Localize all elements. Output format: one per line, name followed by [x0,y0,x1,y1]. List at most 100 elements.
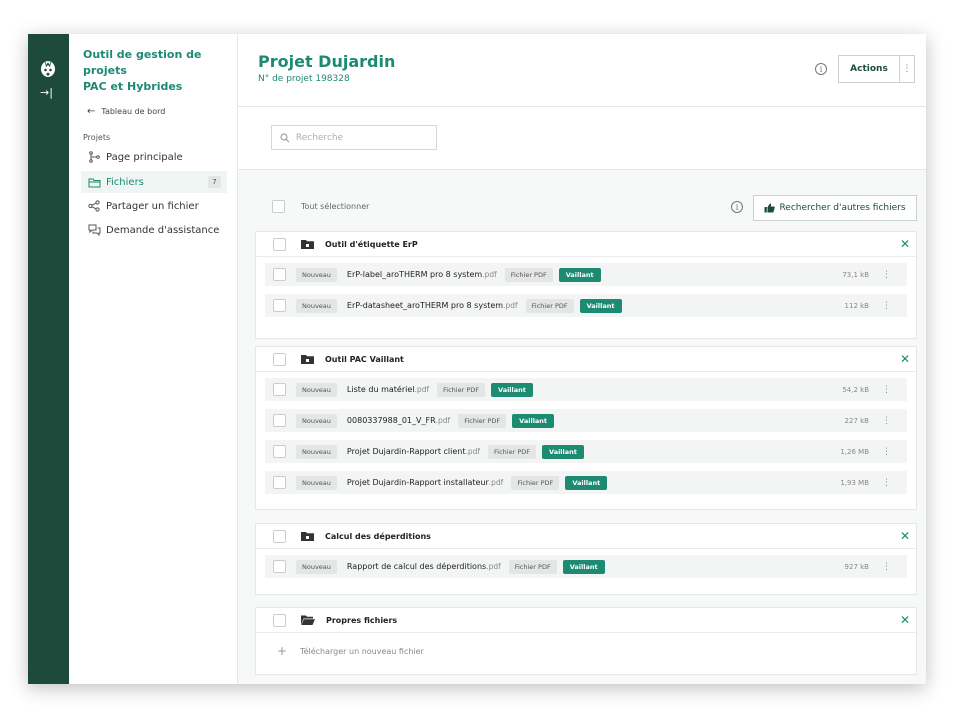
search-input[interactable] [293,131,436,144]
sidebar-item-fichiers[interactable]: Fichiers 7 [81,171,227,193]
file-checkbox[interactable] [273,445,286,458]
select-all-row: Tout sélectionner [272,200,369,213]
file-size: 1,26 MB [840,447,869,456]
new-badge: Nouveau [296,382,337,397]
file-checkbox[interactable] [273,476,286,489]
file-size: 927 kB [844,562,869,571]
more-vertical-icon[interactable]: ⋮ [882,270,891,280]
file-checkbox[interactable] [273,414,286,427]
file-extension: .pdf [503,301,518,310]
file-type-badge: Fichier PDF [458,413,507,428]
sidebar-item-assistance[interactable]: Demande d'assistance [81,219,227,241]
group-checkbox[interactable] [273,613,286,627]
file-row[interactable]: Nouveau Liste du matériel.pdf Fichier PD… [265,378,907,401]
upload-label: Télécharger un nouveau fichier [300,646,424,656]
file-row[interactable]: Nouveau Rapport de calcul des déperditio… [265,555,907,578]
main-content: Projet Dujardin N° de projet 198328 i Ac… [238,34,926,684]
file-name[interactable]: Rapport de calcul des déperditions.pdf [347,562,501,571]
search-box[interactable] [271,125,437,150]
sidebar-item-page-principale[interactable]: Page principale [81,146,227,168]
brand-badge: Vaillant [491,382,533,397]
file-name-text: ErP-datasheet_aroTHERM pro 8 system [346,301,504,310]
hare-logo-icon [41,58,55,77]
app-title-line2: PAC et Hybrides [83,80,183,93]
info-icon[interactable]: i [815,63,827,75]
file-type-badge: Fichier PDF [504,267,553,282]
close-icon[interactable]: ✕ [900,529,910,543]
page-header: Projet Dujardin N° de projet 198328 i Ac… [238,34,926,107]
file-checkbox[interactable] [273,268,286,281]
more-vertical-icon[interactable]: ⋮ [882,385,891,395]
files-count-badge: 7 [208,176,221,188]
file-name-text: 0080337988_01_V_FR [346,416,436,425]
folder-icon [301,354,314,364]
file-name-text: ErP-label_aroTHERM pro 8 system [346,270,483,279]
file-row[interactable]: Nouveau Projet Dujardin-Rapport installa… [265,471,907,494]
more-vertical-icon[interactable]: ⋮ [882,416,891,426]
thumbs-up-icon [764,203,776,213]
file-row[interactable]: Nouveau 0080337988_01_V_FR.pdf Fichier P… [265,409,907,432]
file-row[interactable]: Nouveau ErP-datasheet_aroTHERM pro 8 sys… [265,294,907,317]
more-vertical-icon[interactable]: ⋮ [899,56,914,82]
upload-new-file-button[interactable]: + Télécharger un nouveau fichier [256,633,916,669]
file-checkbox[interactable] [273,383,286,396]
search-icon [280,133,290,142]
select-all-label: Tout sélectionner [301,202,370,211]
file-checkbox[interactable] [273,299,286,312]
file-extension: .pdf [465,447,481,456]
info-icon[interactable]: i [731,201,743,213]
file-type-badge: Fichier PDF [488,444,537,459]
group-checkbox[interactable] [273,529,286,543]
close-icon[interactable]: ✕ [900,613,910,627]
sidebar-item-label: Fichiers [106,176,144,188]
group-checkbox[interactable] [273,237,286,251]
file-row[interactable]: Nouveau Projet Dujardin-Rapport client.p… [265,440,907,463]
file-name[interactable]: 0080337988_01_V_FR.pdf [347,416,450,425]
group-name: Calcul des déperditions [325,531,431,541]
file-extension: .pdf [486,562,501,571]
back-to-dashboard-link[interactable]: ← Tableau de bord [87,106,165,117]
more-vertical-icon[interactable]: ⋮ [882,478,891,488]
group-checkbox[interactable] [273,352,286,366]
new-badge: Nouveau [296,267,337,282]
plus-icon: + [277,644,288,658]
close-icon[interactable]: ✕ [900,237,910,251]
folder-icon [301,531,314,541]
search-more-files-button[interactable]: Rechercher d'autres fichiers [753,195,917,221]
file-name[interactable]: ErP-datasheet_aroTHERM pro 8 system.pdf [347,301,518,310]
sidebar-item-partager[interactable]: Partager un fichier [81,195,227,217]
new-badge: Nouveau [296,413,337,428]
brand-badge: Vaillant [565,475,608,490]
file-size: 73,1 kB [842,270,869,279]
close-icon[interactable]: ✕ [900,352,910,366]
file-type-badge: Fichier PDF [437,382,486,397]
file-group: Calcul des déperditions ✕ Nouveau Rappor… [255,523,917,595]
file-name[interactable]: ErP-label_aroTHERM pro 8 system.pdf [347,270,497,279]
group-name: Outil d'étiquette ErP [325,239,418,249]
app-title-line1: Outil de gestion de projets [83,48,202,77]
file-checkbox[interactable] [273,560,286,573]
sidebar-item-label: Demande d'assistance [106,224,220,236]
file-extension: .pdf [435,416,451,425]
select-all-checkbox[interactable] [272,200,285,213]
sidebar-item-label: Page principale [106,151,183,163]
file-name[interactable]: Liste du matériel.pdf [347,385,429,394]
new-badge: Nouveau [296,475,337,490]
brand-badge: Vaillant [542,444,584,459]
more-vertical-icon[interactable]: ⋮ [882,447,891,457]
branch-icon [87,151,101,163]
file-extension: .pdf [482,270,497,279]
file-name[interactable]: Projet Dujardin-Rapport installateur.pdf [347,478,503,487]
expand-sidebar-icon[interactable]: →| [40,86,53,99]
file-row[interactable]: Nouveau ErP-label_aroTHERM pro 8 system.… [265,263,907,286]
search-more-label: Rechercher d'autres fichiers [779,203,906,213]
actions-button[interactable]: Actions ⋮ [838,55,915,83]
section-label: Projets [83,133,111,142]
more-vertical-icon[interactable]: ⋮ [882,562,891,572]
more-vertical-icon[interactable]: ⋮ [882,301,891,311]
app-window: →| Outil de gestion de projets PAC et Hy… [28,34,926,684]
brand-badge: Vaillant [579,298,622,313]
file-name[interactable]: Projet Dujardin-Rapport client.pdf [347,447,480,456]
file-group: Outil d'étiquette ErP ✕ Nouveau ErP-labe… [255,231,917,339]
file-size: 1,93 MB [840,478,869,487]
